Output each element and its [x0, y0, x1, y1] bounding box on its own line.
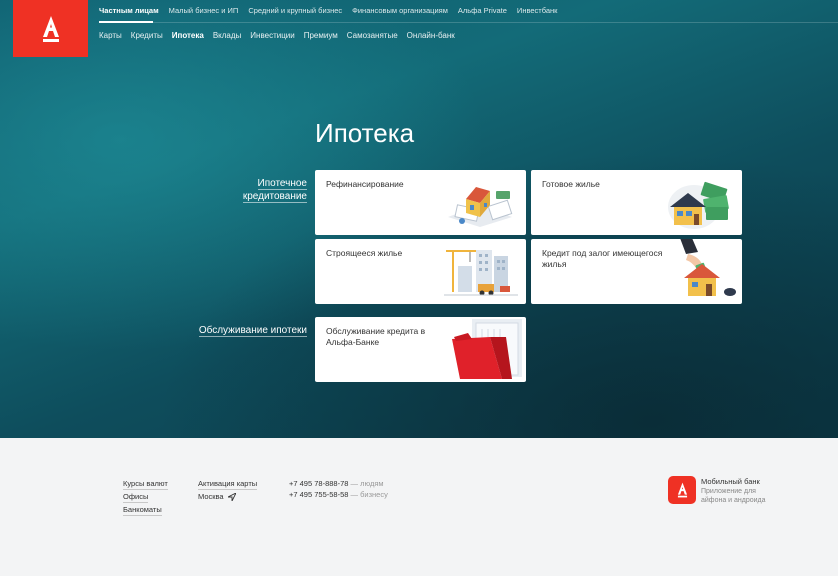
red-folder-icon — [446, 317, 526, 382]
footer-links-col1: Курсы валют Офисы Банкоматы — [123, 478, 168, 517]
top-nav: Частным лицам Малый бизнес и ИП Средний … — [99, 6, 557, 15]
top-nav-divider — [99, 22, 838, 23]
footer-link-card-activation[interactable]: Активация карты — [198, 478, 258, 490]
house-documents-icon — [440, 177, 520, 232]
section-label-mortgage-servicing[interactable]: Обслуживание ипотеки — [197, 324, 307, 337]
top-nav-item-private[interactable]: Частным лицам — [99, 6, 159, 15]
top-nav-item-financial-orgs[interactable]: Финансовым организациям — [352, 6, 448, 15]
alfa-logo[interactable] — [13, 0, 88, 57]
sub-nav-item-premium[interactable]: Премиум — [304, 31, 338, 40]
location-arrow-icon — [227, 492, 237, 502]
alfa-logo-icon — [677, 482, 687, 498]
card-loan-servicing[interactable]: Обслуживание кредита в Альфа-Банке — [315, 317, 526, 382]
card-under-construction[interactable]: Строящееся жилье — [315, 239, 526, 304]
footer-link-city[interactable]: Москва — [198, 491, 237, 502]
sub-nav-item-credits[interactable]: Кредиты — [131, 31, 163, 40]
sub-nav-item-self-employed[interactable]: Самозанятые — [347, 31, 398, 40]
sub-nav-item-online-bank[interactable]: Онлайн-банк — [407, 31, 455, 40]
phone-business[interactable]: +7 495 755-58-58 — бизнесу — [289, 489, 388, 500]
top-nav-item-small-business[interactable]: Малый бизнес и ИП — [169, 6, 239, 15]
footer-city-label: Москва — [198, 492, 224, 501]
sub-nav-item-investments[interactable]: Инвестиции — [250, 31, 294, 40]
footer: Курсы валют Офисы Банкоматы Активация ка… — [0, 438, 838, 576]
footer-links-col2: Активация карты Москва — [198, 478, 258, 503]
house-hand-icon — [672, 239, 736, 301]
top-nav-item-investbank[interactable]: Инвестбанк — [517, 6, 558, 15]
footer-link-offices[interactable]: Офисы — [123, 491, 149, 503]
top-nav-active-indicator — [99, 21, 153, 23]
mobile-bank-title[interactable]: Мобильный банк — [701, 477, 760, 486]
sub-nav-item-cards[interactable]: Карты — [99, 31, 122, 40]
sub-nav-item-mortgage[interactable]: Ипотека — [172, 31, 204, 40]
footer-link-atms[interactable]: Банкоматы — [123, 504, 162, 516]
alfa-app-icon[interactable] — [668, 476, 696, 504]
alfa-logo-icon — [42, 15, 59, 42]
house-money-icon — [664, 177, 736, 232]
mobile-bank-description: Приложение для айфона и андроида — [701, 488, 766, 504]
card-label: Рефинансирование — [326, 179, 404, 189]
section-label-mortgage-lending[interactable]: Ипотечное кредитование — [197, 177, 307, 203]
footer-link-exchange-rates[interactable]: Курсы валют — [123, 478, 168, 490]
card-secured-loan[interactable]: Кредит под залог имеющегося жилья — [531, 239, 742, 304]
card-ready-housing[interactable]: Готовое жилье — [531, 170, 742, 235]
hero-section: Частным лицам Малый бизнес и ИП Средний … — [0, 0, 838, 438]
card-refinancing[interactable]: Рефинансирование — [315, 170, 526, 235]
sub-nav: Карты Кредиты Ипотека Вклады Инвестиции … — [99, 31, 455, 40]
construction-crane-icon — [442, 244, 520, 301]
footer-phones: +7 495 78-888-78 — людям +7 495 755-58-5… — [289, 478, 388, 500]
card-label: Обслуживание кредита в Альфа-Банке — [326, 326, 426, 347]
sub-nav-item-deposits[interactable]: Вклады — [213, 31, 241, 40]
card-label: Строящееся жилье — [326, 248, 403, 258]
card-label: Кредит под залог имеющегося жилья — [542, 248, 663, 269]
top-nav-item-alfa-private[interactable]: Альфа Private — [458, 6, 507, 15]
page-title: Ипотека — [315, 118, 415, 148]
phone-people[interactable]: +7 495 78-888-78 — людям — [289, 478, 388, 489]
top-nav-item-large-business[interactable]: Средний и крупный бизнес — [248, 6, 342, 15]
card-label: Готовое жилье — [542, 179, 600, 189]
